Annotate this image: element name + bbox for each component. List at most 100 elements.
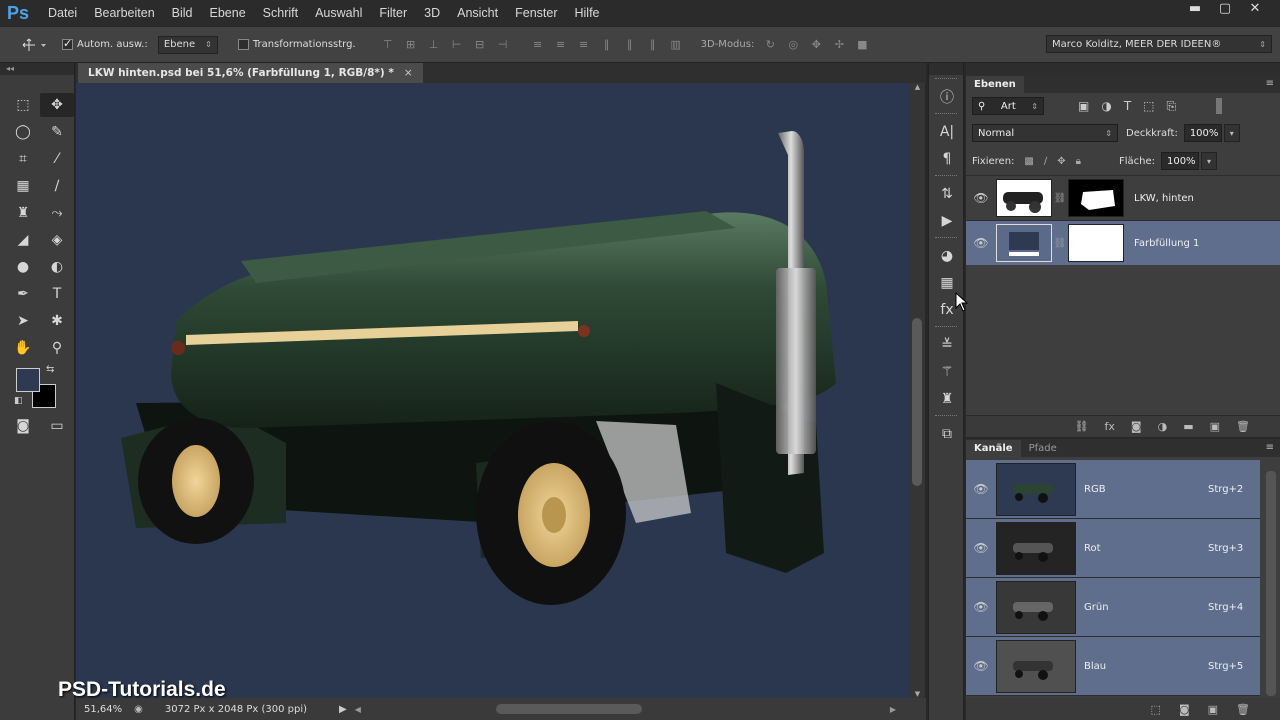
vertical-scrollbar[interactable]: ▲ ▼ (910, 83, 925, 698)
eraser-tool-icon[interactable]: ◢ (6, 228, 40, 252)
character-icon[interactable]: A| (929, 118, 965, 145)
channel-row[interactable]: 👁︎ Blau Strg+5 (966, 637, 1260, 696)
align-left-icon[interactable]: ⊢ (447, 37, 467, 53)
toolbar-collapse-icon[interactable]: ◂◂ (0, 63, 74, 75)
fill-slider-toggle[interactable]: ▾ (1200, 152, 1217, 170)
distribute-left-icon[interactable]: ∥ (597, 37, 617, 53)
new-group-icon[interactable]: ▬ (1183, 420, 1193, 433)
close-document-icon[interactable]: × (404, 67, 413, 79)
menu-ansicht[interactable]: Ansicht (457, 6, 498, 20)
brush-tool-icon[interactable]: ∕ (40, 174, 74, 198)
history-icon[interactable]: ⇅ (929, 180, 965, 207)
layer-mask-thumbnail[interactable] (1068, 224, 1124, 262)
layer-row-selected[interactable]: 👁︎ ⛓︎ Farbfüllung 1 (966, 220, 1280, 265)
scroll-right-icon[interactable]: ▶ (890, 705, 896, 714)
add-mask-icon[interactable]: ◙ (1131, 420, 1142, 433)
type-tool-icon[interactable]: T (40, 282, 74, 306)
lock-image-icon[interactable]: ∕ (1044, 156, 1047, 167)
visibility-eye-icon[interactable]: 👁︎ (966, 659, 996, 673)
align-top-icon[interactable]: ⊤ (378, 37, 398, 53)
scroll-up-icon[interactable]: ▲ (910, 83, 925, 91)
menu-hilfe[interactable]: Hilfe (575, 6, 600, 20)
history-brush-tool-icon[interactable]: ⤳ (40, 201, 74, 225)
distribute-right-icon[interactable]: ∥ (643, 37, 663, 53)
paint-bucket-tool-icon[interactable]: ◈ (40, 228, 74, 252)
channels-scrollbar[interactable] (1266, 471, 1276, 696)
filter-adjustment-icon[interactable]: ◑ (1101, 99, 1111, 114)
quick-selection-tool-icon[interactable]: ✎ (40, 120, 74, 144)
3d-pan-icon[interactable]: ✥ (806, 37, 826, 53)
filter-toggle[interactable] (1216, 98, 1223, 114)
lock-all-icon[interactable]: 🔒︎ (1076, 156, 1081, 167)
fill-input[interactable]: 100% (1160, 152, 1199, 170)
foreground-color-swatch[interactable] (16, 368, 40, 392)
quick-mask-icon[interactable]: ◙ (6, 414, 40, 438)
vertical-scroll-thumb[interactable] (912, 318, 922, 486)
menu-3d[interactable]: 3D (424, 6, 440, 20)
lasso-tool-icon[interactable]: ◯ (6, 120, 40, 144)
zoom-level[interactable]: 51,64% (84, 704, 122, 715)
info-icon[interactable]: ⓘ (929, 83, 965, 110)
spot-healing-tool-icon[interactable]: ▦ (6, 174, 40, 198)
menu-filter[interactable]: Filter (379, 6, 407, 20)
lock-position-icon[interactable]: ✥ (1057, 156, 1065, 167)
auto-align-icon[interactable]: ▥ (666, 37, 686, 53)
default-colors-icon[interactable]: ◧ (14, 396, 23, 406)
close-window-button[interactable]: ✕ (1240, 0, 1270, 16)
crop-tool-icon[interactable]: ⌗ (6, 147, 40, 171)
eyedropper-tool-icon[interactable]: ⁄ (40, 147, 74, 171)
color-icon[interactable]: ◕ (929, 242, 965, 269)
menu-fenster[interactable]: Fenster (515, 6, 557, 20)
save-selection-icon[interactable]: ◙ (1179, 703, 1190, 716)
menu-bearbeiten[interactable]: Bearbeiten (94, 6, 154, 20)
menu-bild[interactable]: Bild (172, 6, 193, 20)
tab-channels[interactable]: Kanäle (966, 440, 1021, 457)
panel-collapse-icon[interactable] (966, 63, 1280, 75)
scroll-down-icon[interactable]: ▼ (910, 690, 925, 698)
layer-style-icon[interactable]: fx (1105, 420, 1115, 433)
path-selection-tool-icon[interactable]: ➤ (6, 309, 40, 333)
menu-datei[interactable]: Datei (48, 6, 77, 20)
menu-schrift[interactable]: Schrift (263, 6, 298, 20)
3d-slide-icon[interactable]: ✢ (829, 37, 849, 53)
workspace-dropdown[interactable]: Marco Kolditz, MEER DER IDEEN® ⇕ (1046, 35, 1272, 53)
brush-presets-icon[interactable]: ⚚ (929, 358, 965, 385)
panel-menu-icon[interactable]: ≡ (1266, 442, 1274, 453)
document-tab[interactable]: LKW hinten.psd bei 51,6% (Farbfüllung 1,… (78, 63, 423, 83)
minimize-button[interactable]: ▬ (1180, 0, 1210, 16)
opacity-slider-toggle[interactable]: ▾ (1223, 124, 1240, 142)
new-layer-icon[interactable]: ▣ (1210, 420, 1220, 433)
visibility-eye-icon[interactable]: 👁︎ (966, 541, 996, 555)
new-channel-icon[interactable]: ▣ (1208, 703, 1218, 716)
auto-select-checkbox[interactable]: Autom. ausw.: (62, 37, 148, 50)
distribute-top-icon[interactable]: ≡ (528, 37, 548, 53)
channel-row[interactable]: 👁︎ RGB Strg+2 (966, 460, 1260, 519)
strip-collapse-icon[interactable] (929, 63, 963, 75)
clone-source-icon[interactable]: ♜ (929, 385, 965, 412)
tab-paths[interactable]: Pfade (1021, 440, 1065, 457)
distribute-hcenter-icon[interactable]: ∥ (620, 37, 640, 53)
horizontal-scroll-thumb[interactable] (496, 704, 642, 714)
scroll-left-icon[interactable]: ◀ (355, 705, 361, 714)
layer-name[interactable]: LKW, hinten (1134, 193, 1194, 204)
panel-menu-icon[interactable]: ≡ (1266, 78, 1274, 89)
adjustments-icon[interactable]: ≚ (929, 331, 965, 358)
load-selection-icon[interactable]: ⬚ (1151, 703, 1161, 716)
screen-mode-icon[interactable]: ▭ (40, 414, 74, 438)
move-tool-preset[interactable] (22, 38, 48, 52)
channel-row[interactable]: 👁︎ Rot Strg+3 (966, 519, 1260, 578)
menu-ebene[interactable]: Ebene (210, 6, 246, 20)
opacity-input[interactable]: 100% (1183, 124, 1222, 142)
delete-layer-icon[interactable]: 🗑︎ (1236, 420, 1250, 433)
marquee-tool-icon[interactable]: ⬚ (6, 93, 40, 117)
align-vcenter-icon[interactable]: ⊞ (401, 37, 421, 53)
menu-auswahl[interactable]: Auswahl (315, 6, 362, 20)
document-canvas[interactable] (76, 83, 910, 698)
delete-channel-icon[interactable]: 🗑︎ (1236, 703, 1250, 716)
hand-tool-icon[interactable]: ✋ (6, 336, 40, 360)
transform-controls-checkbox[interactable]: Transformationsstrg. (237, 39, 356, 50)
filter-pixel-icon[interactable]: ▣ (1078, 99, 1089, 114)
distribute-vcenter-icon[interactable]: ≡ (551, 37, 571, 53)
channel-row[interactable]: 👁︎ Grün Strg+4 (966, 578, 1260, 637)
3d-icon[interactable]: ⧉ (929, 420, 965, 447)
